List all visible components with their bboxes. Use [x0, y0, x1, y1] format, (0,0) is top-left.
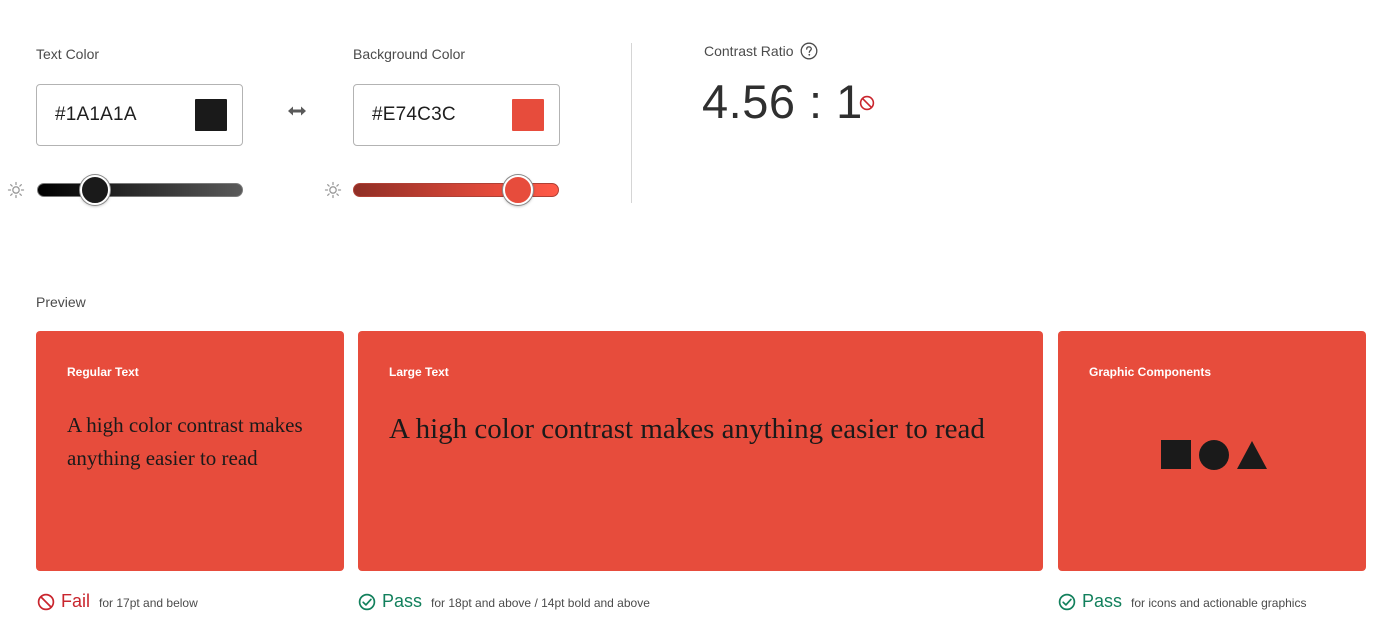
regular-text-sample: A high color contrast makes anything eas…	[67, 413, 303, 470]
graphic-components-result: Pass for icons and actionable graphics	[1058, 591, 1306, 612]
text-brightness-handle[interactable]	[79, 175, 110, 205]
check-circle-icon	[1058, 593, 1076, 610]
brightness-icon	[324, 181, 342, 199]
large-text-note: for 18pt and above / 14pt bold and above	[431, 596, 650, 610]
background-color-label: Background Color	[353, 46, 466, 62]
contrast-ratio-value: 4.56 : 1	[702, 75, 863, 128]
graphic-components-status: Pass	[1082, 591, 1123, 611]
text-color-label: Text Color	[36, 46, 100, 62]
fail-icon	[37, 593, 55, 610]
section-divider	[631, 43, 632, 203]
triangle-shape	[1237, 441, 1267, 469]
square-shape	[1161, 440, 1191, 469]
large-text-status: Pass	[382, 591, 423, 611]
contrast-ratio-label: Contrast Ratio	[704, 43, 794, 59]
background-brightness-handle[interactable]	[502, 175, 533, 205]
text-color-field[interactable]: #1A1A1A	[36, 84, 243, 146]
large-text-sample: A high color contrast makes anything eas…	[389, 413, 985, 445]
regular-text-title: Regular Text	[67, 365, 139, 379]
background-color-swatch[interactable]	[512, 99, 544, 131]
graphic-components-note: for icons and actionable graphics	[1131, 596, 1307, 610]
preview-label: Preview	[36, 294, 86, 310]
large-text-result: Pass for 18pt and above / 14pt bold and …	[358, 591, 650, 612]
background-color-hex-input[interactable]: #E74C3C	[372, 104, 456, 126]
large-text-preview-card: Large Text A high color contrast makes a…	[358, 331, 1043, 571]
circle-shape	[1199, 440, 1229, 470]
check-circle-icon	[358, 593, 376, 610]
regular-text-result: Fail for 17pt and below	[37, 591, 198, 612]
text-color-hex-input[interactable]: #1A1A1A	[55, 104, 137, 126]
text-brightness-slider[interactable]	[37, 183, 243, 197]
graphic-shapes	[1161, 440, 1267, 470]
large-text-title: Large Text	[389, 365, 449, 379]
fail-icon	[859, 95, 875, 111]
regular-text-note: for 17pt and below	[99, 596, 198, 610]
graphic-components-preview-card: Graphic Components	[1058, 331, 1366, 571]
help-icon[interactable]	[800, 42, 818, 60]
regular-text-status: Fail	[61, 591, 91, 611]
brightness-icon	[7, 181, 25, 199]
regular-text-preview-card: Regular Text A high color contrast makes…	[36, 331, 344, 571]
background-color-field[interactable]: #E74C3C	[353, 84, 560, 146]
text-color-swatch[interactable]	[195, 99, 227, 131]
graphic-components-title: Graphic Components	[1089, 365, 1212, 379]
swap-arrows-icon[interactable]	[287, 104, 307, 118]
